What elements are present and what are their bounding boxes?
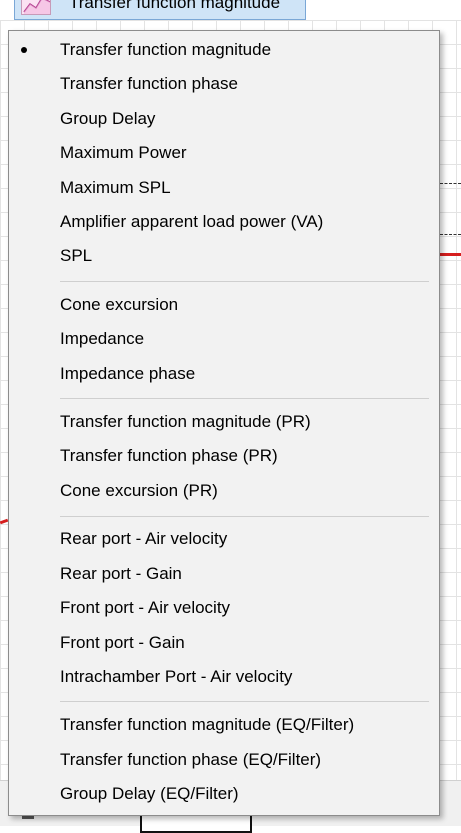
menu-item-front-port-air-velocity[interactable]: Front port - Air velocity <box>9 593 439 623</box>
menu-item-impedance[interactable]: Impedance <box>9 324 439 354</box>
menu-item-transfer-function-magnitude-eq[interactable]: Transfer function magnitude (EQ/Filter) <box>9 710 439 740</box>
menu-item-label: Front port - Gain <box>60 633 185 652</box>
bottom-input-box[interactable] <box>140 813 252 833</box>
menu-item-maximum-spl[interactable]: Maximum SPL <box>9 173 439 203</box>
menu-item-label: Impedance <box>60 329 145 348</box>
menu-item-maximum-power[interactable]: Maximum Power <box>9 138 439 168</box>
menu-separator <box>60 398 429 399</box>
menu-item-label: Rear port - Air velocity <box>60 529 228 548</box>
menu-item-label: Impedance phase <box>60 364 196 383</box>
menu-item-transfer-function-phase-pr[interactable]: Transfer function phase (PR) <box>9 441 439 471</box>
menu-item-label: Intrachamber Port - Air velocity <box>60 667 293 686</box>
menu-item-amplifier-apparent-load-power[interactable]: Amplifier apparent load power (VA) <box>9 207 439 237</box>
menu-item-label: SPL <box>60 246 93 265</box>
menu-item-rear-port-gain[interactable]: Rear port - Gain <box>9 559 439 589</box>
graph-dashed-line <box>440 183 461 184</box>
menu-item-transfer-function-magnitude[interactable]: Transfer function magnitude <box>9 35 439 65</box>
menu-item-label: Amplifier apparent load power (VA) <box>60 212 324 231</box>
menu-item-label: Transfer function magnitude (PR) <box>60 412 311 431</box>
selected-bullet-icon <box>21 47 27 53</box>
chart-type-dropdown-button[interactable]: Transfer function magnitude <box>14 0 306 20</box>
menu-item-impedance-phase[interactable]: Impedance phase <box>9 359 439 389</box>
menu-item-label: Cone excursion <box>60 295 179 314</box>
menu-item-cone-excursion[interactable]: Cone excursion <box>9 290 439 320</box>
chart-type-menu: Transfer function magnitude Transfer fun… <box>8 30 440 816</box>
menu-item-label: Maximum Power <box>60 143 187 162</box>
menu-item-label: Transfer function magnitude <box>60 40 272 59</box>
graph-curve <box>440 253 461 256</box>
graph-dashed-line <box>440 234 461 235</box>
menu-item-label: Maximum SPL <box>60 178 171 197</box>
menu-item-label: Cone excursion (PR) <box>60 481 218 500</box>
menu-separator <box>60 701 429 702</box>
menu-item-label: Front port - Air velocity <box>60 598 231 617</box>
menu-item-group-delay[interactable]: Group Delay <box>9 104 439 134</box>
menu-item-front-port-gain[interactable]: Front port - Gain <box>9 628 439 658</box>
menu-item-transfer-function-magnitude-pr[interactable]: Transfer function magnitude (PR) <box>9 407 439 437</box>
menu-item-group-delay-eq[interactable]: Group Delay (EQ/Filter) <box>9 779 439 809</box>
menu-item-label: Rear port - Gain <box>60 564 182 583</box>
graph-icon <box>21 0 51 15</box>
menu-item-label: Group Delay <box>60 109 156 128</box>
menu-item-label: Group Delay (EQ/Filter) <box>60 784 239 803</box>
dropdown-button-label: Transfer function magnitude <box>69 0 281 12</box>
menu-separator <box>60 281 429 282</box>
menu-item-label: Transfer function phase (PR) <box>60 446 278 465</box>
menu-item-label: Transfer function phase <box>60 74 238 93</box>
menu-item-intrachamber-port-air-velocity[interactable]: Intrachamber Port - Air velocity <box>9 662 439 692</box>
menu-item-spl[interactable]: SPL <box>9 241 439 271</box>
menu-item-cone-excursion-pr[interactable]: Cone excursion (PR) <box>9 476 439 506</box>
menu-item-label: Transfer function magnitude (EQ/Filter) <box>60 715 355 734</box>
menu-item-rear-port-air-velocity[interactable]: Rear port - Air velocity <box>9 524 439 554</box>
menu-item-label: Transfer function phase (EQ/Filter) <box>60 750 322 769</box>
menu-item-transfer-function-phase[interactable]: Transfer function phase <box>9 69 439 99</box>
menu-separator <box>60 516 429 517</box>
menu-item-transfer-function-phase-eq[interactable]: Transfer function phase (EQ/Filter) <box>9 745 439 775</box>
